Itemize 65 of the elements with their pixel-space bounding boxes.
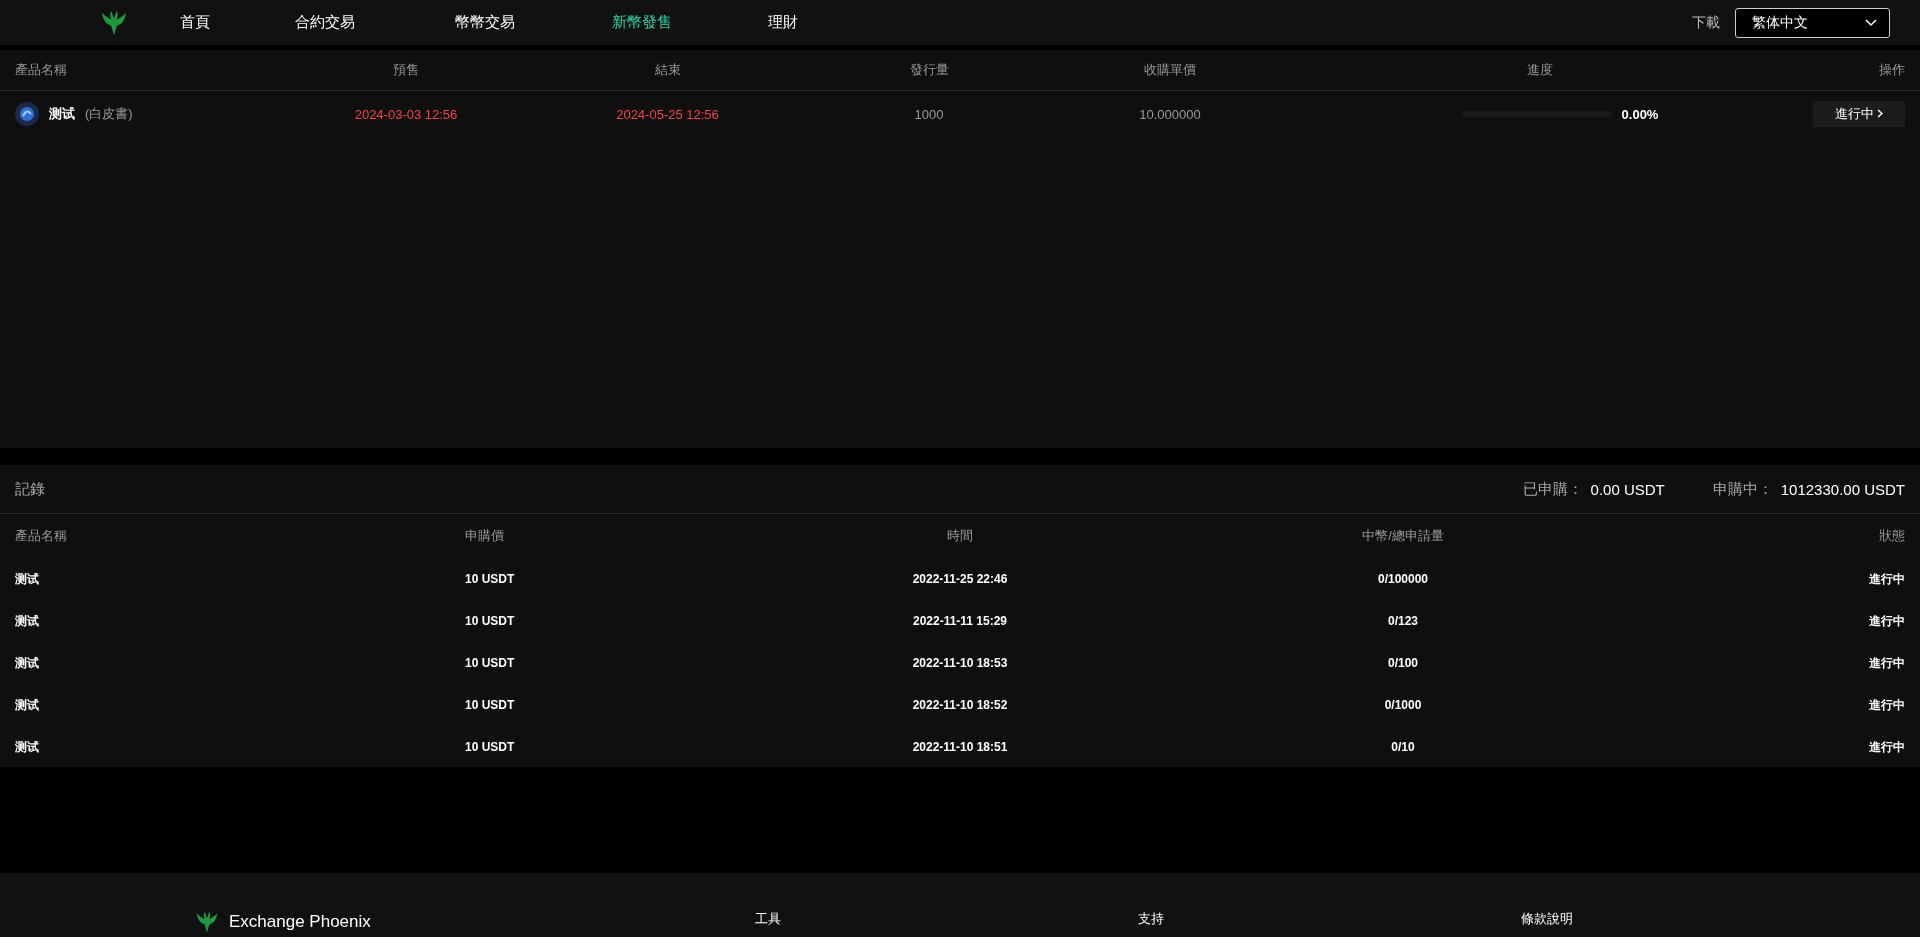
column-header: 申購價 xyxy=(465,527,505,545)
table-cell-text: 测试 xyxy=(15,654,40,672)
phoenix-logo-icon xyxy=(195,910,219,934)
table-cell-text: 10 USDT xyxy=(465,698,516,712)
table-cell-text: 0/1000 xyxy=(1383,698,1423,712)
column-header: 預售 xyxy=(392,61,420,79)
footer-heading: 支持 xyxy=(1138,910,1165,928)
status-button[interactable]: 進行中 xyxy=(1813,101,1905,127)
table-cell-text: 测试 xyxy=(15,570,40,588)
nav-link[interactable]: 合約交易 xyxy=(295,13,355,32)
column-header: 產品名稱 xyxy=(15,527,68,545)
column-header: 收購單價 xyxy=(1143,61,1197,79)
chevron-right-icon xyxy=(1877,109,1883,118)
table-cell-text: 2022-11-11 15:29 xyxy=(911,614,1009,628)
table-cell-text: 2022-11-10 18:51 xyxy=(911,740,1009,754)
column-header: 結束 xyxy=(653,61,682,79)
summary-label: 申購中： xyxy=(1712,479,1773,499)
table-cell-text: 進行中 xyxy=(1868,696,1905,714)
nav-link[interactable]: 理財 xyxy=(768,13,798,32)
table-cell-text: 测试 xyxy=(15,612,40,630)
summary-label: 已申購： xyxy=(1522,479,1583,499)
column-header: 操作 xyxy=(1878,61,1905,79)
unit-price: 10.000000 xyxy=(1138,106,1202,122)
table-cell-text: 進行中 xyxy=(1868,654,1905,672)
table-cell-text: 0/123 xyxy=(1387,614,1419,628)
column-header: 狀態 xyxy=(1878,527,1905,545)
whitepaper-link[interactable]: (白皮書) xyxy=(85,105,133,123)
nav-link[interactable]: 幣幣交易 xyxy=(455,13,515,32)
nav-link[interactable]: 首頁 xyxy=(180,13,210,32)
footer-heading: 條款說明 xyxy=(1521,910,1574,928)
table-cell-text: 10 USDT xyxy=(465,614,516,628)
brand-name: Exchange Phoenix xyxy=(229,912,371,932)
table-cell-text: 10 USDT xyxy=(465,572,516,586)
column-header: 進度 xyxy=(1526,61,1554,79)
progress-percent: 0.00% xyxy=(1621,106,1659,122)
table-cell-text: 0/100 xyxy=(1387,656,1419,670)
table-cell-text: 0/10 xyxy=(1390,740,1416,754)
table-cell-text: 10 USDT xyxy=(465,740,516,754)
column-header: 產品名稱 xyxy=(15,61,68,79)
table-cell-text: 2022-11-10 18:52 xyxy=(911,698,1009,712)
summary-value: 1012330.00 USDT xyxy=(1780,480,1905,498)
table-cell-text: 测试 xyxy=(15,738,40,756)
table-cell-text: 進行中 xyxy=(1868,738,1905,756)
table-cell-text: 测试 xyxy=(15,696,40,714)
table-cell-text: 2022-11-10 18:53 xyxy=(911,656,1009,670)
table-cell-text: 進行中 xyxy=(1868,570,1905,588)
presale-date: 2024-03-03 12:56 xyxy=(353,106,459,122)
section-title: 記錄 xyxy=(15,479,45,499)
end-date: 2024-05-25 12:56 xyxy=(615,106,720,122)
table-cell-text: 0/100000 xyxy=(1376,572,1430,586)
summary-value: 0.00 USDT xyxy=(1590,480,1665,498)
column-header: 中幣/總申請量 xyxy=(1361,527,1445,545)
chevron-down-icon xyxy=(1865,18,1877,27)
column-header: 發行量 xyxy=(908,61,950,79)
product-name: 测试 xyxy=(49,105,75,123)
coin-icon xyxy=(15,102,39,126)
column-header: 時間 xyxy=(946,527,974,545)
nav-link[interactable]: 新幣發售 xyxy=(612,13,672,32)
table-cell-text: 進行中 xyxy=(1868,612,1905,630)
download-link[interactable]: 下載 xyxy=(1692,13,1720,32)
language-select[interactable]: 繁体中文 xyxy=(1735,7,1890,38)
footer-heading: 工具 xyxy=(755,910,782,928)
supply-amount: 1000 xyxy=(913,106,945,122)
table-cell-text: 2022-11-25 22:46 xyxy=(911,572,1009,586)
table-cell-text: 10 USDT xyxy=(465,656,516,670)
